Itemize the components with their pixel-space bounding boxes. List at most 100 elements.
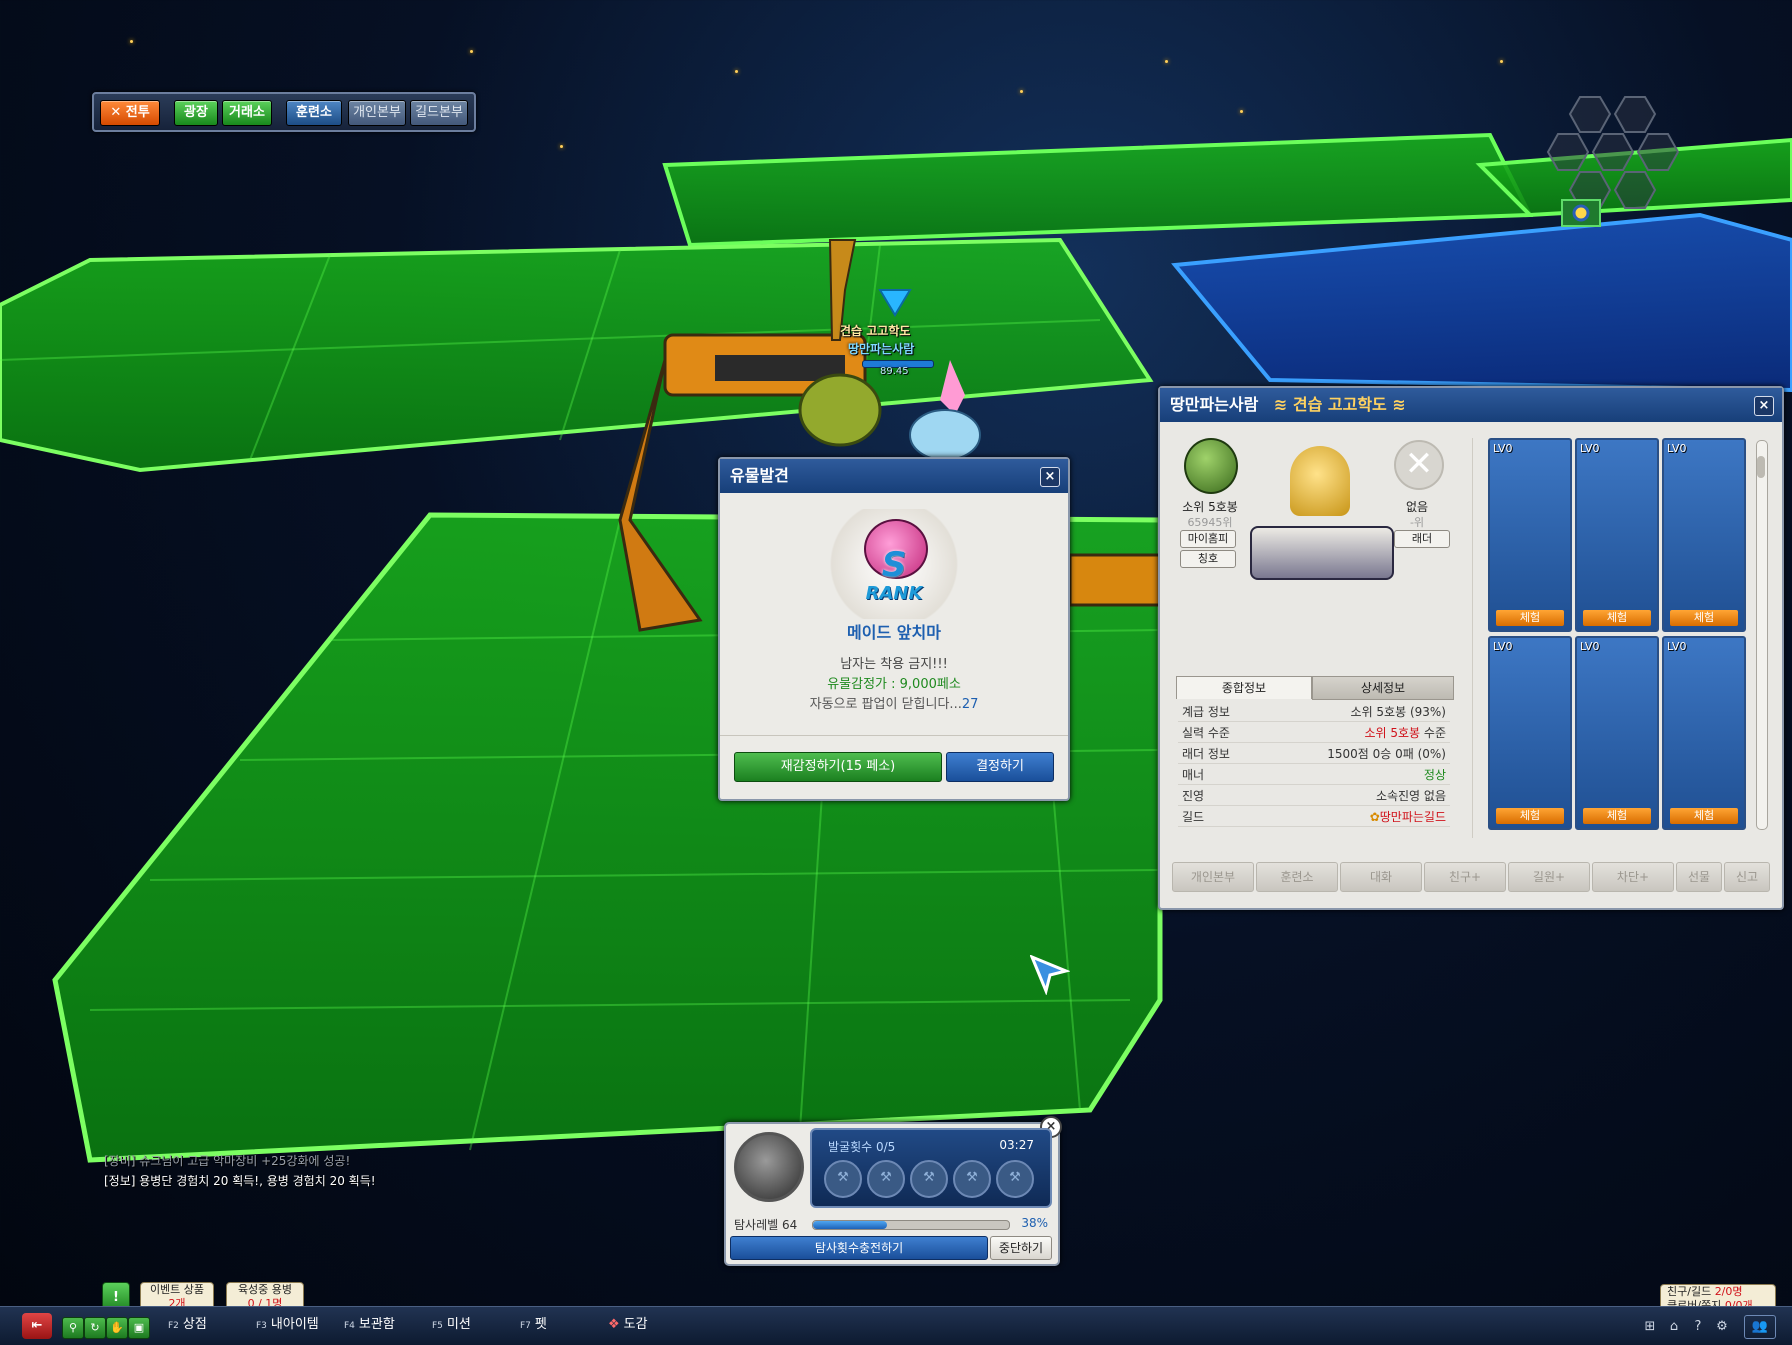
search-icon[interactable]: ⚲ [62,1317,84,1339]
block-button[interactable]: 차단+ [1592,862,1674,892]
guild-emblem-icon: ✿ [1369,810,1380,824]
profile-header: 땅만파는사람 ≋ 견습 고고학도 ≋ [1160,388,1782,422]
pet-menu[interactable]: F7 펫 [520,1313,547,1337]
mission-menu[interactable]: F5 미션 [432,1313,471,1337]
exploration-progress-fill [813,1221,888,1229]
exit-icon[interactable]: ⇤ [22,1313,52,1339]
friends-value: 2/0명 [1714,1285,1743,1298]
character-avatar [1250,436,1394,580]
mode-training-button[interactable]: 훈련소 [286,100,342,126]
gear-icon[interactable]: ⚙ [1712,1317,1732,1337]
mode-exchange-button[interactable]: 거래소 [222,100,272,126]
mode-bar: ✕ 전투 광장 거래소 훈련소 개인본부 길드본부 [92,92,476,132]
mercenary-card[interactable]: LV0 체험 [1575,438,1659,632]
stat-row: 실력 수준 소위 5호봉 수준 [1178,721,1450,743]
star [560,145,563,148]
relic-restriction: 남자는 착용 금지!!! [840,657,948,672]
refresh-icon[interactable]: ↻ [84,1317,106,1339]
add-guild-member-button[interactable]: 길원+ [1508,862,1590,892]
excavation-count: 발굴횟수 0/5 [828,1140,896,1154]
tab-details[interactable]: 상세정보 [1312,676,1454,700]
relic-popup-close-button[interactable]: × [1040,467,1060,487]
appraisal-label: 유물감정가 : [827,677,900,692]
bottom-bar: ⇤ ⚲ ↻ ✋ ▣ F2 상점 F3 내아이템 F4 보관함 F5 미션 F7 펫 ❖ 도감… [0,1306,1792,1345]
shop-menu[interactable]: F2 상점 [168,1313,207,1337]
relic-item-name: 메이드 앞치마 [847,623,941,642]
rank-word: RANK [865,583,923,604]
add-friend-button[interactable]: 친구+ [1424,862,1506,892]
guild-name[interactable]: 땅만파는길드 [1380,810,1446,824]
right-badge-label: 없음 [1405,500,1429,514]
help-icon[interactable]: ? [1688,1317,1708,1337]
star [735,70,738,73]
stop-button[interactable]: 중단하기 [990,1236,1052,1260]
gift-button-visible[interactable]: 선물 [1676,862,1722,892]
hex-minimap[interactable] [1540,92,1700,242]
star [1500,60,1503,63]
cards-scrollbar[interactable] [1756,440,1768,830]
shovel-slot-icon: ⚒ [996,1160,1034,1198]
reappraise-button[interactable]: 재감정하기(15 페소) [734,752,942,782]
profile-close-button[interactable]: × [1754,396,1774,416]
stat-row: 매너 정상 [1178,763,1450,785]
rank-emblem-icon [1184,438,1238,494]
profile-divider [1472,438,1473,838]
star [1020,90,1023,93]
grid-icon[interactable]: ⊞ [1640,1317,1660,1337]
ladder-button[interactable]: 래더 [1394,530,1450,548]
mercenary-card[interactable]: LV0 체험 [1488,438,1572,632]
relic-auto-close: 자동으로 팝업이 닫힙니다...27 [720,693,1068,712]
shovel-slot-icon: ⚒ [824,1160,862,1198]
exploration-progress-bar [812,1220,1010,1230]
rank-points: 65945위 [1187,516,1233,529]
scrollbar-thumb[interactable] [1757,456,1765,478]
mode-plaza-button[interactable]: 광장 [174,100,218,126]
wing-icon: ≋ [1392,395,1406,414]
personal-hq-button[interactable]: 개인본부 [1172,862,1254,892]
event-tip-label: 이벤트 상품 [149,1283,205,1296]
training-button[interactable]: 훈련소 [1256,862,1338,892]
exploration-level: 탐사레벨 64 [734,1218,798,1232]
shovel-slot-icon: ⚒ [867,1160,905,1198]
my-items-menu[interactable]: F3 내아이템 [256,1313,319,1337]
stat-row: 진영 소속진영 없음 [1178,784,1450,806]
friends-icon[interactable]: 👥 [1744,1315,1776,1339]
home-icon[interactable]: ⌂ [1664,1317,1684,1337]
exploration-progress-text: 38% [1021,1216,1048,1230]
rank-letter: S [881,545,907,585]
shovel-emblem-icon [734,1132,804,1202]
profile-name: 땅만파는사람 [1170,395,1259,414]
bag-icon[interactable]: ▣ [128,1317,150,1339]
appraisal-value: 9,000페소 [899,677,961,692]
excavation-timer: 03:27 [999,1138,1034,1152]
mode-personal-hq-button[interactable]: 개인본부 [348,100,406,126]
profile-window: 땅만파는사람 ≋ 견습 고고학도 ≋ × 소위 5호봉 65945위 마이홈피 … [1158,386,1784,910]
mercenary-card[interactable]: LV0 체험 [1575,636,1659,830]
star [1240,110,1243,113]
mode-battle-button[interactable]: ✕ 전투 [100,100,160,126]
profile-title: 견습 고고학도 [1292,395,1387,414]
mercenary-card[interactable]: LV0 체험 [1662,636,1746,830]
auto-close-countdown: 27 [961,697,979,712]
chat-button[interactable]: 대화 [1340,862,1422,892]
relic-divider [720,735,1068,736]
collection-menu[interactable]: ❖ 도감 [608,1313,648,1337]
storage-menu[interactable]: F4 보관함 [344,1313,395,1337]
stat-row: 래더 정보 1500점 0승 0패 (0%) [1178,742,1450,764]
confirm-button[interactable]: 결정하기 [946,752,1054,782]
tab-summary[interactable]: 종합정보 [1176,676,1312,699]
mini-homepage-button[interactable]: 마이홈피 [1180,530,1236,548]
report-button[interactable]: 신고 [1724,862,1770,892]
title-button[interactable]: 칭호 [1180,550,1236,568]
hand-icon[interactable]: ✋ [106,1317,128,1339]
recharge-button[interactable]: 탐사횟수충전하기 [730,1236,988,1260]
excavation-panel: × 발굴횟수 0/5 03:27 ⚒ ⚒ ⚒ ⚒ ⚒ 탐사레벨 64 38% 탐… [724,1116,1062,1266]
relic-popup-title: 유물발견 [720,459,1068,493]
player-name: 땅만파는사람 [848,342,915,356]
mercenary-card[interactable]: LV0 체험 [1488,636,1572,830]
star [130,40,133,43]
mercenary-card[interactable]: LV0 체험 [1662,438,1746,632]
player-gauge-label: 89.45 [880,366,909,377]
relic-found-popup: 유물발견 × S RANK 메이드 앞치마 남자는 착용 금지!!! 유물감정가… [718,457,1070,801]
mode-guild-hq-button[interactable]: 길드본부 [410,100,468,126]
